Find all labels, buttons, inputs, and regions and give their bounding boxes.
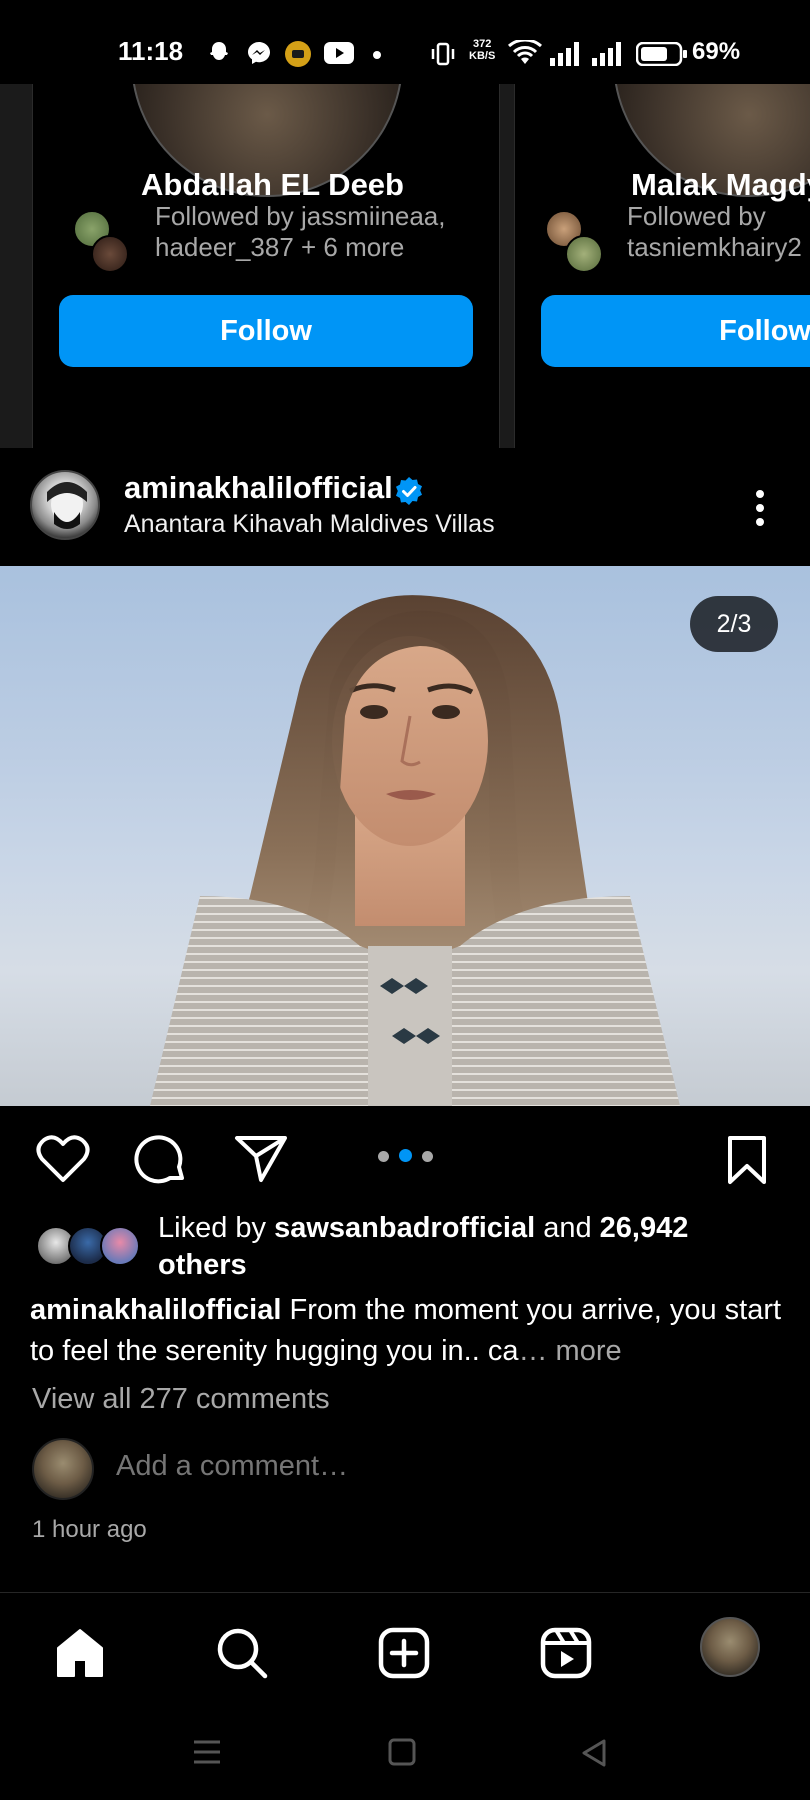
create-post-icon [378, 1627, 430, 1679]
more-options-icon[interactable] [752, 488, 768, 528]
data-rate-unit: KB/S [469, 50, 496, 62]
followed-by-line: hadeer_387 + 6 more [155, 232, 405, 262]
caption-more-link[interactable]: more [547, 1335, 622, 1367]
like-heart-icon[interactable] [36, 1134, 90, 1184]
followed-by-text: Followed by tasniemkhairy2 [627, 201, 802, 263]
status-time: 11:18 [118, 36, 184, 66]
dot-icon [373, 51, 381, 59]
bookmark-save-icon[interactable] [726, 1134, 768, 1186]
likes-text[interactable]: Liked by sawsanbadrofficial and 26,942 o… [158, 1210, 758, 1284]
nav-reels[interactable] [538, 1625, 594, 1681]
data-rate-value: 372 [472, 38, 492, 50]
comment-bubble-icon[interactable] [134, 1134, 188, 1188]
wifi-icon [508, 40, 542, 64]
post-caption[interactable]: aminakhalilofficial From the moment you … [30, 1290, 790, 1372]
back-triangle-icon[interactable] [580, 1738, 608, 1768]
current-user-avatar [32, 1438, 94, 1500]
carousel-dot-active [399, 1149, 412, 1162]
signal-icon [592, 42, 621, 66]
likes-suffix[interactable]: others [158, 1249, 247, 1281]
suggested-accounts: Abdallah EL Deeb Followed by jassmiineaa… [0, 84, 810, 448]
home-square-icon[interactable] [388, 1738, 416, 1766]
search-icon [217, 1628, 268, 1679]
bottom-navigation [0, 1592, 810, 1702]
likes-middle: and [535, 1212, 600, 1244]
share-send-icon[interactable] [234, 1134, 288, 1184]
youtube-icon [324, 42, 354, 64]
home-icon [57, 1629, 103, 1677]
post-timestamp: 1 hour ago [32, 1516, 147, 1543]
follow-button[interactable]: Follow [541, 295, 810, 367]
followed-by-line: tasniemkhairy2 [627, 232, 802, 262]
caption-username[interactable]: aminakhalilofficial [30, 1294, 281, 1326]
reels-icon [540, 1627, 592, 1679]
post-image[interactable]: 2/3 [0, 566, 810, 1106]
snapchat-icon [210, 42, 228, 60]
liker-username[interactable]: sawsanbadrofficial [274, 1212, 535, 1244]
app-badge-icon [285, 41, 311, 67]
followed-by-line: Followed by jassmiineaa, [155, 201, 446, 231]
liker-avatar [100, 1226, 140, 1266]
post-author-avatar[interactable] [30, 470, 100, 540]
followed-by-line: Followed by [627, 201, 766, 231]
menu-icon[interactable] [192, 1738, 222, 1766]
vibrate-icon [431, 42, 455, 66]
mutual-avatar [91, 235, 129, 273]
followed-by-text: Followed by jassmiineaa, hadeer_387 + 6 … [155, 201, 445, 263]
likes-prefix: Liked by [158, 1212, 275, 1244]
post-username[interactable]: aminakhalilofficial [124, 470, 393, 506]
carousel-indicator [378, 1149, 443, 1167]
add-comment-row [30, 1438, 790, 1502]
caption-ellipsis: … [518, 1335, 548, 1367]
nav-home[interactable] [52, 1625, 108, 1681]
suggestion-card[interactable]: Malak Magdy Followed by tasniemkhairy2 F… [514, 84, 810, 448]
suggestion-name[interactable]: Malak Magdy [631, 167, 810, 203]
post-header: aminakhalilofficial Anantara Kihavah Mal… [0, 448, 810, 566]
likes-count[interactable]: 26,942 [600, 1212, 689, 1244]
post-location[interactable]: Anantara Kihavah Maldives Villas [124, 510, 495, 539]
image-counter: 2/3 [690, 596, 778, 652]
author-portrait [47, 482, 87, 529]
carousel-dot [378, 1151, 389, 1162]
suggestion-name[interactable]: Abdallah EL Deeb [141, 167, 404, 203]
mutual-avatar [565, 235, 603, 273]
battery-icon [636, 42, 687, 66]
liker-avatars [36, 1226, 146, 1272]
data-rate: 372 KB/S [469, 38, 495, 62]
comment-input[interactable] [116, 1450, 716, 1483]
carousel-dot [422, 1151, 433, 1162]
view-all-comments-link[interactable]: View all 277 comments [32, 1383, 330, 1416]
system-navigation-bar [0, 1702, 810, 1800]
follow-button[interactable]: Follow [59, 295, 473, 367]
nav-search[interactable] [214, 1625, 270, 1681]
verified-badge-icon [396, 477, 422, 505]
status-bar: 11:18 372 KB/S 69% [0, 0, 810, 84]
battery-percent: 69% [692, 38, 741, 65]
messenger-icon [248, 42, 270, 64]
post-image-illustration [150, 595, 680, 1106]
nav-create[interactable] [376, 1625, 432, 1681]
nav-profile-avatar[interactable] [700, 1617, 760, 1677]
signal-icon [550, 42, 579, 66]
suggestion-card[interactable]: Abdallah EL Deeb Followed by jassmiineaa… [32, 84, 500, 448]
